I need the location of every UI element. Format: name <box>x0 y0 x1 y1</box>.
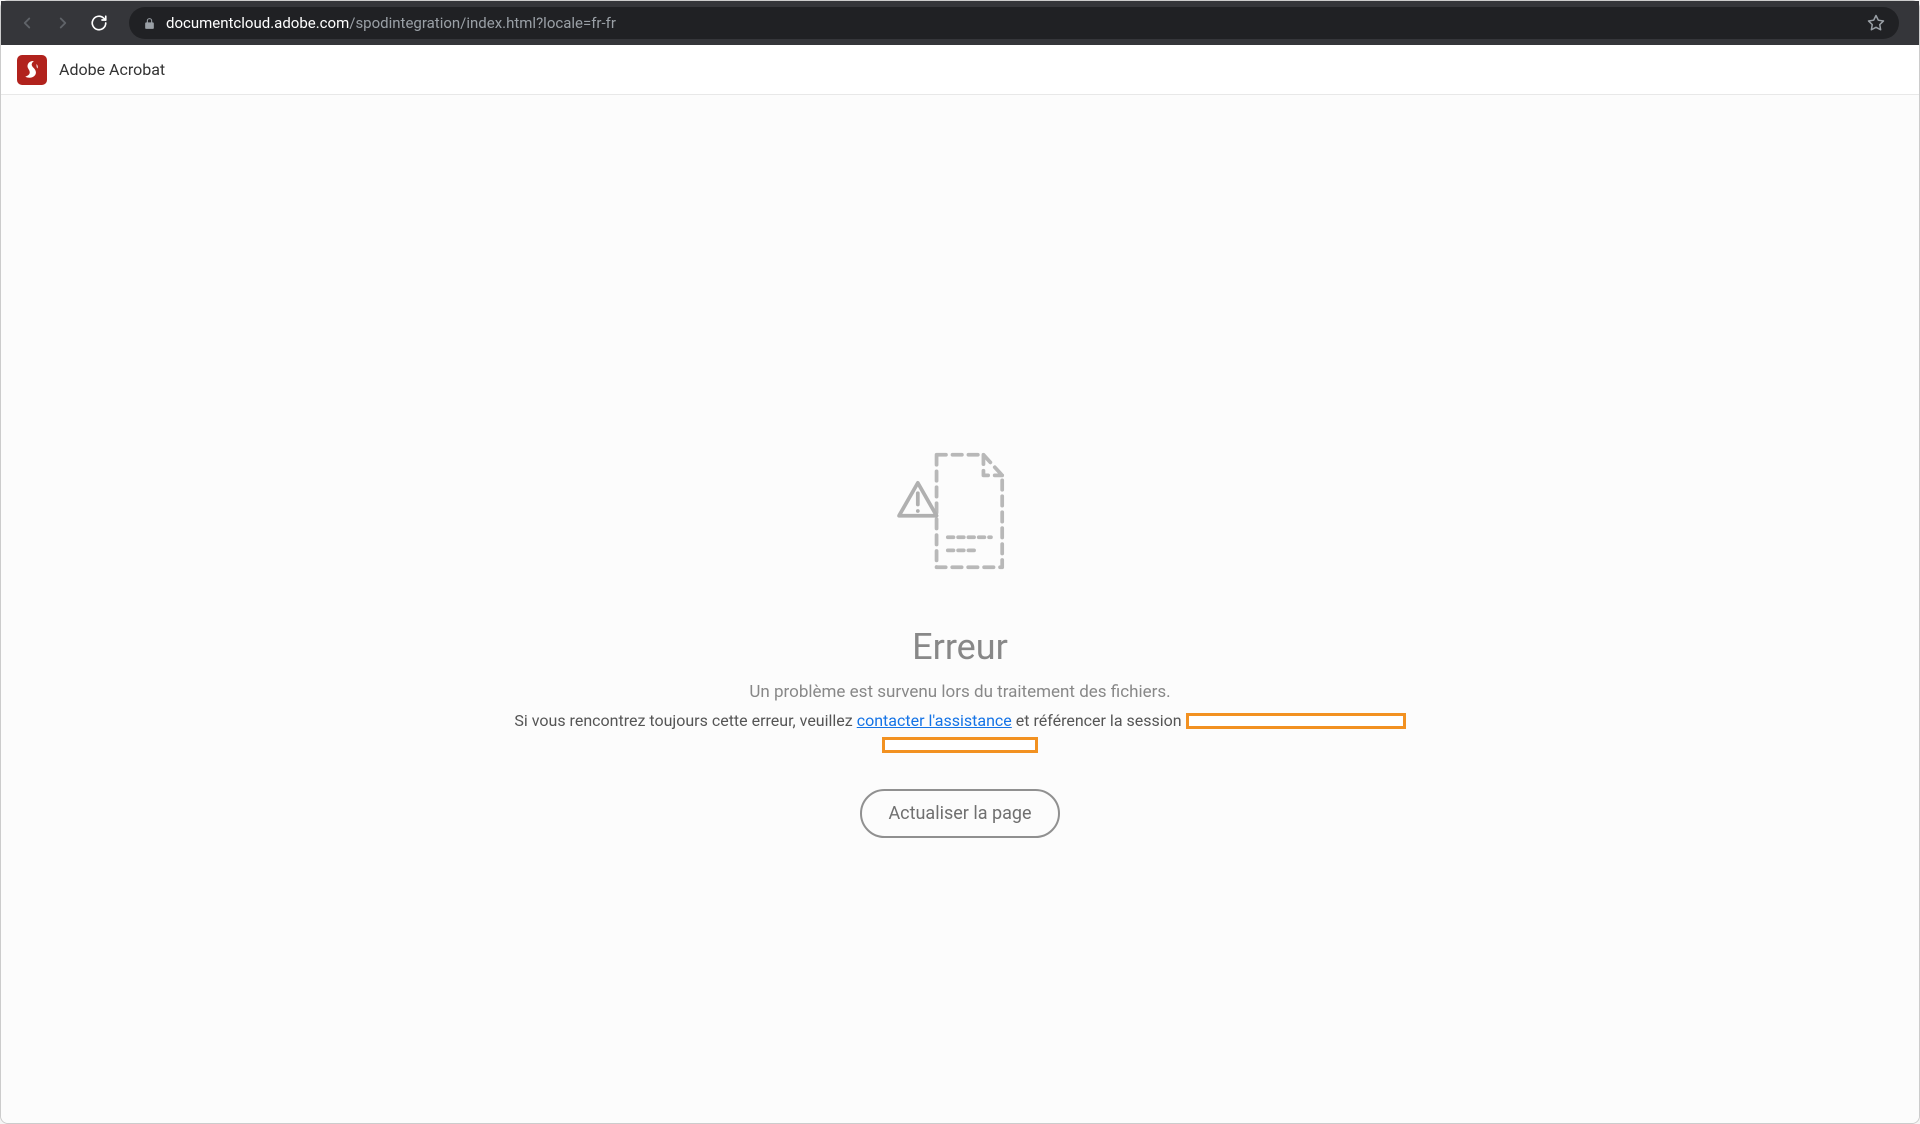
error-text-part2: et référencer la session <box>1016 708 1182 734</box>
main-content: Erreur Un problème est survenu lors du t… <box>1 95 1919 1079</box>
lock-icon <box>143 17 156 30</box>
back-button[interactable] <box>13 9 41 37</box>
reload-button[interactable] <box>85 9 113 37</box>
error-detail-text: Si vous rencontrez toujours cette erreur… <box>510 708 1410 754</box>
address-bar[interactable]: documentcloud.adobe.com/spodintegration/… <box>129 7 1899 39</box>
session-id-redacted-1 <box>1186 713 1406 729</box>
session-id-redacted-2 <box>882 737 1038 753</box>
error-text-part1: Si vous rencontrez toujours cette erreur… <box>514 708 852 734</box>
url-text: documentcloud.adobe.com/spodintegration/… <box>166 14 616 32</box>
error-document-icon <box>510 436 1410 586</box>
app-header: Adobe Acrobat <box>1 45 1919 95</box>
contact-support-link[interactable]: contacter l'assistance <box>857 708 1012 734</box>
adobe-acrobat-logo-icon <box>17 55 47 85</box>
bookmark-star-icon[interactable] <box>1867 14 1885 32</box>
error-subtitle: Un problème est survenu lors du traiteme… <box>510 682 1410 702</box>
refresh-page-button[interactable]: Actualiser la page <box>860 789 1059 838</box>
browser-toolbar: documentcloud.adobe.com/spodintegration/… <box>1 1 1919 45</box>
error-title: Erreur <box>510 626 1410 668</box>
app-title: Adobe Acrobat <box>59 60 165 79</box>
forward-button[interactable] <box>49 9 77 37</box>
